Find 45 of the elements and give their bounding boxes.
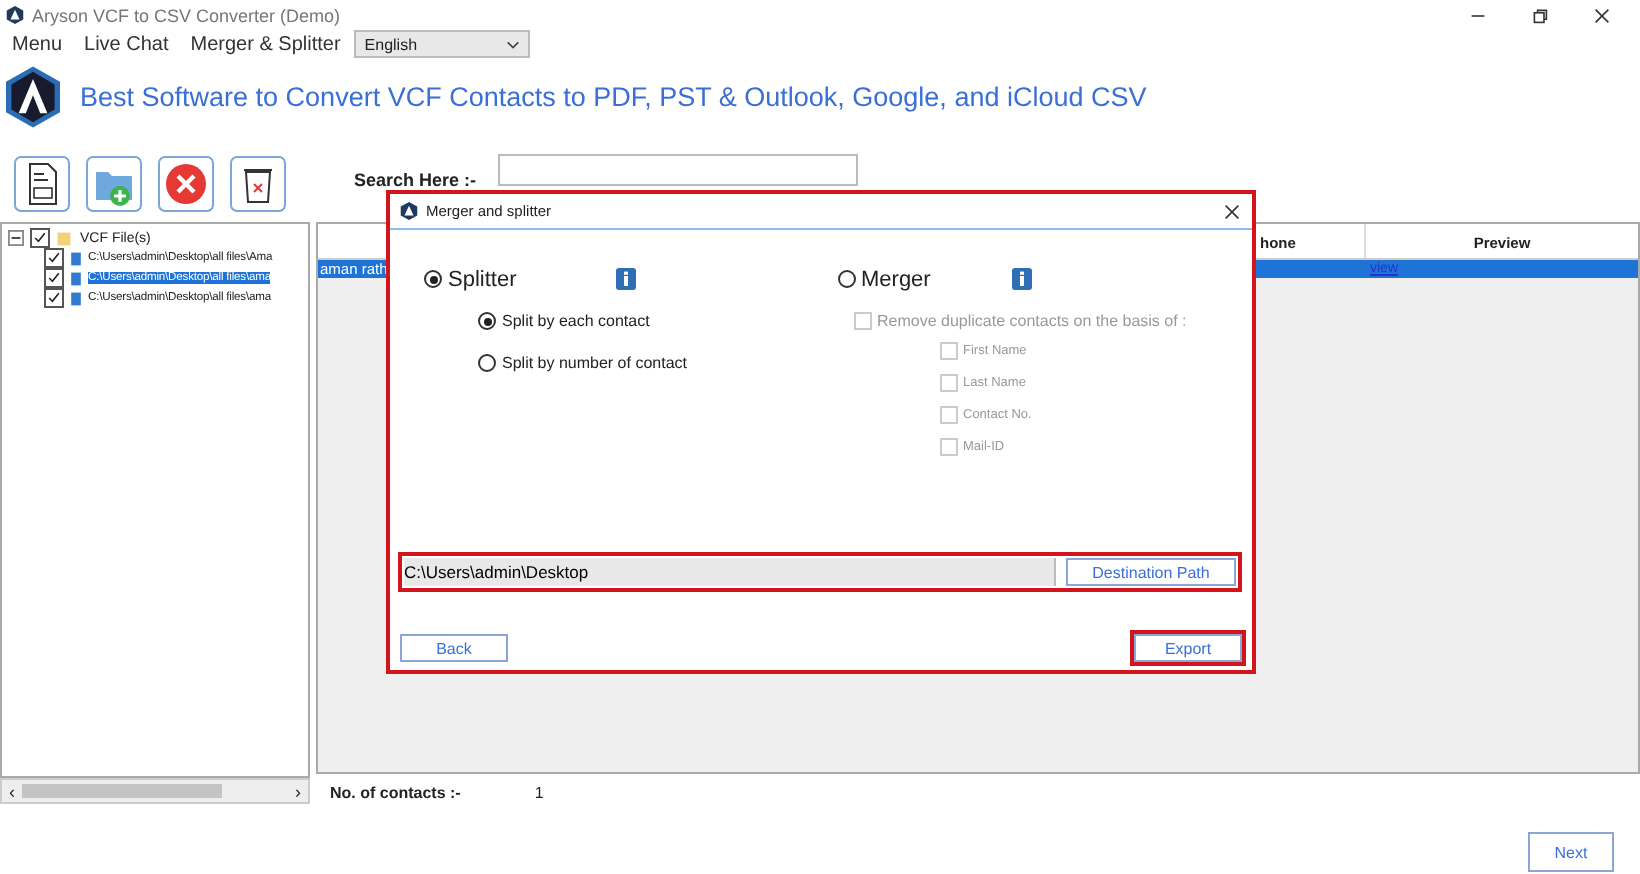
menu-item[interactable]: Merger & Splitter bbox=[190, 33, 341, 55]
caret-icon bbox=[506, 39, 521, 49]
radio-button[interactable] bbox=[424, 270, 442, 288]
destination-path-button[interactable]: Destination Path bbox=[1066, 558, 1236, 586]
next-button[interactable]: Next bbox=[1528, 832, 1614, 872]
folder-icon bbox=[56, 229, 72, 247]
radio-label: Split by each contact bbox=[502, 312, 650, 330]
app-logo-icon bbox=[400, 202, 418, 220]
app-logo-icon bbox=[6, 65, 60, 127]
headline: Best Software to Convert VCF Contacts to PDF, PST & Outlook, Google, and iCloud CSV bbox=[80, 81, 1147, 111]
search-label: Search Here :- bbox=[354, 170, 477, 190]
radio-button[interactable] bbox=[837, 270, 855, 288]
add-folder-icon[interactable] bbox=[86, 156, 142, 212]
export-button[interactable]: Export bbox=[1134, 634, 1242, 662]
scroll-right-arrow[interactable]: › bbox=[288, 781, 308, 801]
menu-item[interactable]: Menu bbox=[12, 33, 63, 55]
back-button[interactable]: Back bbox=[400, 634, 508, 662]
remove-icon[interactable] bbox=[158, 156, 214, 212]
checkbox[interactable] bbox=[44, 288, 64, 308]
menu-item[interactable]: Live Chat bbox=[84, 33, 169, 55]
scroll-left-arrow[interactable]: ‹ bbox=[2, 781, 22, 801]
window-title: Aryson VCF to CSV Converter (Demo) bbox=[32, 5, 341, 25]
expander-icon[interactable] bbox=[8, 230, 24, 246]
vcf-file-icon[interactable] bbox=[14, 156, 70, 212]
horizontal-scrollbar[interactable]: ‹ › bbox=[0, 778, 310, 804]
checkbox[interactable] bbox=[44, 268, 64, 288]
radio-button[interactable] bbox=[478, 354, 496, 372]
destination-path-field[interactable]: C:\Users\admin\Desktop bbox=[404, 558, 1056, 586]
close-icon[interactable] bbox=[1594, 7, 1610, 23]
contacts-count: 1 bbox=[534, 784, 544, 802]
app-logo-icon bbox=[6, 6, 24, 24]
info-icon[interactable] bbox=[616, 268, 637, 290]
search-field[interactable] bbox=[498, 154, 859, 186]
checkbox[interactable] bbox=[44, 248, 64, 268]
radio-label: Split by number of contact bbox=[502, 354, 687, 372]
radio-label: Merger bbox=[861, 267, 931, 291]
radio-label: Splitter bbox=[448, 267, 517, 291]
radio-button[interactable] bbox=[478, 312, 496, 330]
info-icon[interactable] bbox=[1012, 268, 1033, 290]
restore-icon[interactable] bbox=[1532, 7, 1548, 23]
trash-icon[interactable] bbox=[230, 156, 286, 212]
contacts-count-label: No. of contacts :- bbox=[330, 784, 461, 802]
checkbox[interactable] bbox=[30, 228, 50, 248]
close-icon[interactable] bbox=[1224, 203, 1240, 219]
language-dropdown[interactable]: English bbox=[354, 30, 531, 58]
